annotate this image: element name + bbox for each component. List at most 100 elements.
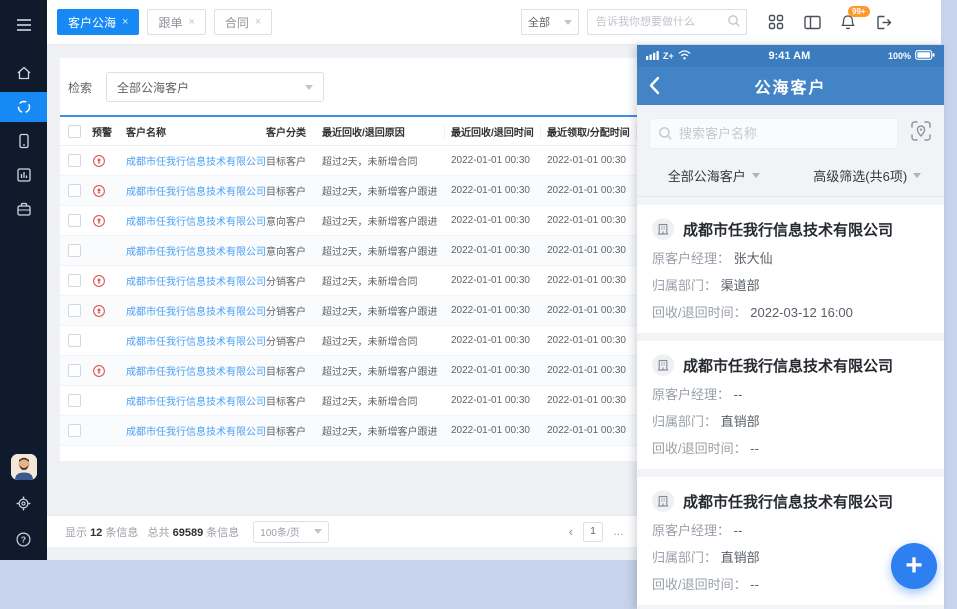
global-search	[587, 9, 747, 35]
row-checkbox[interactable]	[68, 394, 81, 407]
show-count: 12	[90, 526, 103, 539]
customer-card[interactable]: 成都市任我行信息技术有限公司 原客户经理： 张大仙 归属部门： 渠道部 回收/退…	[637, 205, 944, 333]
customer-name-link[interactable]: 成都市任我行信息技术有限公司	[126, 187, 266, 198]
phone-search-input[interactable]	[649, 118, 898, 149]
layout-columns-icon[interactable]	[803, 13, 821, 31]
recycle-time: 2022-01-01 00:30	[451, 155, 530, 166]
card-manager-line: 原客户经理： --	[652, 384, 929, 403]
menu-toggle-icon[interactable]	[0, 10, 47, 40]
logout-icon[interactable]	[875, 13, 893, 31]
recycle-time: 2022-01-01 00:30	[451, 335, 530, 346]
apps-grid-icon[interactable]	[767, 13, 785, 31]
customer-category: 目标客户	[266, 397, 306, 408]
customer-name-link[interactable]: 成都市任我行信息技术有限公司	[126, 367, 266, 378]
customer-name-link[interactable]: 成都市任我行信息技术有限公司	[126, 277, 266, 288]
dept-value: 直销部	[720, 414, 760, 429]
battery-icon	[915, 47, 935, 65]
search-icon[interactable]	[727, 14, 741, 33]
select-all-checkbox[interactable]	[68, 124, 81, 138]
assign-time: 2022-01-01 00:30	[547, 155, 626, 166]
card-head: 成都市任我行信息技术有限公司	[652, 354, 929, 376]
sidebar-item-reports[interactable]	[0, 160, 47, 190]
map-scan-icon[interactable]	[910, 120, 932, 147]
customer-category: 目标客户	[266, 427, 306, 438]
tab-contract[interactable]: 合同 ×	[213, 9, 273, 35]
tab-customer-public-sea[interactable]: 客户公海 ×	[57, 9, 140, 35]
phone-search-row	[637, 105, 944, 155]
row-checkbox[interactable]	[68, 214, 81, 227]
user-avatar[interactable]	[10, 454, 37, 480]
customer-name-link[interactable]: 成都市任我行信息技术有限公司	[126, 397, 266, 408]
search-scope-select[interactable]: 全部	[521, 9, 579, 35]
col-assign-time: 最近领取/分配时间	[540, 123, 636, 139]
card-manager-line: 原客户经理： 张大仙	[652, 248, 929, 267]
back-chevron-icon[interactable]	[649, 76, 660, 100]
row-checkbox[interactable]	[68, 334, 81, 347]
settings-gear-icon[interactable]	[16, 496, 31, 516]
customer-name-link[interactable]: 成都市任我行信息技术有限公司	[126, 337, 266, 348]
help-question-icon[interactable]: ?	[16, 532, 31, 552]
filter-label: 全部公海客户	[667, 169, 746, 184]
sidebar-item-mobile[interactable]	[0, 126, 47, 156]
prev-page-button[interactable]: ‹	[569, 524, 573, 539]
more-pages-button[interactable]: …	[613, 526, 625, 538]
customer-card[interactable]: 成都市任我行信息技术有限公司 原客户经理： -- 归属部门： 直销部 回收/退回…	[637, 341, 944, 469]
page-size-select[interactable]: 100条/页	[253, 520, 330, 543]
chevron-down-icon	[913, 173, 922, 178]
tab-label: 客户公海	[68, 15, 117, 30]
row-name-cell: 成都市任我行信息技术有限公司	[126, 213, 266, 228]
sidebar-item-business[interactable]	[0, 194, 47, 224]
row-checkbox[interactable]	[68, 154, 81, 167]
dept-label: 归属部门：	[652, 550, 718, 565]
card-customer-name: 成都市任我行信息技术有限公司	[683, 357, 894, 375]
row-check-cell	[68, 154, 92, 167]
scope-value: 全部	[528, 17, 550, 29]
recycle-reason: 超过2天，未新增合同	[322, 337, 418, 348]
row-checkbox[interactable]	[68, 244, 81, 257]
customer-category: 意向客户	[266, 247, 306, 258]
card-manager-line: 原客户经理： --	[652, 520, 929, 539]
recycle-reason: 超过2天，未新增合同	[322, 397, 418, 408]
recycle-reason: 超过2天，未新增客户跟进	[322, 307, 438, 318]
row-checkbox[interactable]	[68, 364, 81, 377]
customer-name-link[interactable]: 成都市任我行信息技术有限公司	[126, 307, 266, 318]
add-customer-fab[interactable]: +	[891, 543, 937, 589]
phone-filter-all-customers[interactable]: 全部公海客户	[637, 155, 791, 196]
warning-icon	[92, 274, 106, 287]
row-name-cell: 成都市任我行信息技术有限公司	[126, 243, 266, 258]
customer-category: 分销客户	[266, 277, 306, 288]
row-checkbox[interactable]	[68, 304, 81, 317]
row-check-cell	[68, 364, 92, 377]
customer-category: 目标客户	[266, 187, 306, 198]
customer-name-link[interactable]: 成都市任我行信息技术有限公司	[126, 157, 266, 168]
recycle-time: 2022-01-01 00:30	[451, 365, 530, 376]
chevron-down-icon	[564, 19, 572, 25]
sidebar-item-public-sea-active[interactable]	[0, 92, 47, 122]
sidebar-item-home[interactable]	[0, 58, 47, 88]
customer-name-link[interactable]: 成都市任我行信息技术有限公司	[126, 427, 266, 438]
dept-label: 归属部门：	[652, 414, 718, 429]
customer-name-link[interactable]: 成都市任我行信息技术有限公司	[126, 217, 266, 228]
row-checkbox[interactable]	[68, 184, 81, 197]
tab-follow-up[interactable]: 跟单 ×	[147, 9, 206, 35]
tab-close-icon[interactable]: ×	[122, 16, 128, 28]
global-search-input[interactable]	[587, 9, 747, 35]
notification-bell-icon[interactable]: 99+	[839, 6, 870, 31]
row-name-cell: 成都市任我行信息技术有限公司	[126, 273, 266, 288]
tab-close-icon[interactable]: ×	[188, 16, 194, 28]
tab-close-icon[interactable]: ×	[255, 16, 261, 28]
current-page-button[interactable]: 1	[583, 521, 603, 542]
row-checkbox[interactable]	[68, 274, 81, 287]
row-warn-cell	[92, 274, 126, 288]
clock-label: 9:41 AM	[768, 50, 811, 62]
row-check-cell	[68, 424, 92, 437]
customer-name-link[interactable]: 成都市任我行信息技术有限公司	[126, 247, 266, 258]
recycle-time: 2022-01-01 00:30	[451, 275, 530, 286]
phone-filter-advanced[interactable]: 高级筛选(共6项)	[791, 155, 945, 196]
sidebar: ?	[0, 0, 47, 560]
show-label: 显示	[65, 526, 87, 539]
row-checkbox[interactable]	[68, 424, 81, 437]
customer-card[interactable]: 成都市任我行信息技术有限公司 原客户经理： -- 归属部门： 直销部 回收/退回…	[637, 477, 944, 605]
public-sea-scope-select[interactable]: 全部公海客户	[106, 72, 325, 102]
warning-icon	[92, 304, 106, 317]
